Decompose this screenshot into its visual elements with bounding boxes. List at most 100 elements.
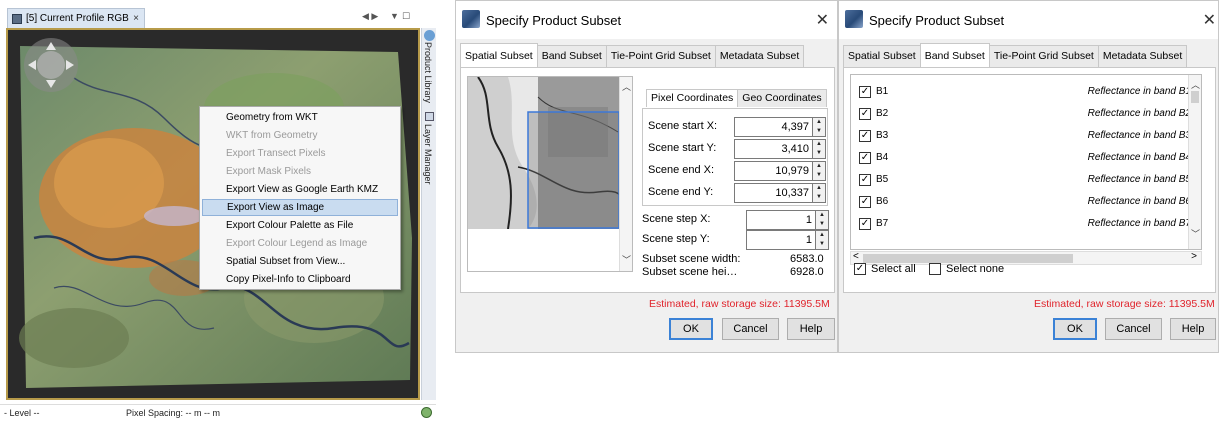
scrollbar-thumb[interactable] — [1191, 91, 1199, 103]
list-item[interactable]: ✓ B6 Reflectance in band B6 — [859, 193, 1199, 213]
menu-copy-pixel-info[interactable]: Copy Pixel-Info to Clipboard — [202, 271, 398, 288]
select-all-checkbox[interactable]: ✓ — [854, 263, 866, 275]
band-description: Reflectance in band B4 — [1087, 152, 1191, 163]
menu-export-colour-palette[interactable]: Export Colour Palette as File — [202, 217, 398, 234]
chevron-down-icon[interactable]: ﹀ — [622, 253, 631, 266]
tab-pixel-coordinates[interactable]: Pixel Coordinates — [646, 89, 739, 107]
scene-start-y-input[interactable]: 3,410 ▲ ▼ — [734, 139, 826, 159]
tab-product-library[interactable]: Product Library — [423, 42, 433, 103]
spinner-arrows-icon[interactable]: ▲ ▼ — [812, 162, 825, 180]
subset-height-value: 6928.0 — [790, 266, 824, 278]
scroll-tabs-icon[interactable]: ◀ ▶ — [362, 11, 378, 22]
scene-step-x-input[interactable]: 1 ▲ ▼ — [746, 210, 829, 230]
scene-start-y-row: Scene start Y: 3,410 ▲ ▼ — [648, 139, 826, 159]
list-item[interactable]: ✓ B7 Reflectance in band B7 — [859, 215, 1199, 235]
cancel-button[interactable]: Cancel — [722, 318, 779, 340]
ok-button[interactable]: OK — [1053, 318, 1097, 340]
chevron-up-icon[interactable]: ︿ — [622, 80, 631, 93]
scene-end-x-value: 10,979 — [775, 165, 809, 177]
tab-spatial-subset[interactable]: Spatial Subset — [843, 45, 921, 67]
thumbnail-image — [468, 77, 620, 229]
select-none-label[interactable]: Select none — [946, 263, 1004, 275]
spinner-arrows-icon[interactable]: ▲ ▼ — [812, 140, 825, 158]
scene-step-x-row: Scene step X: 1 ▲ ▼ — [642, 210, 832, 230]
spinner-arrows-icon[interactable]: ▲ ▼ — [815, 231, 828, 249]
subset-tabs: Spatial Subset Band Subset Tie-Point Gri… — [460, 43, 805, 67]
spinner-arrows-icon[interactable]: ▲ ▼ — [812, 118, 825, 136]
menu-wkt-from-geometry[interactable]: WKT from Geometry — [202, 127, 398, 144]
thumbnail-viewport[interactable]: ︿ ﹀ — [467, 76, 633, 272]
band-checkbox[interactable]: ✓ — [859, 218, 871, 230]
snap-app-icon — [462, 10, 480, 28]
thumbnail-scrollbar[interactable]: ︿ ﹀ — [619, 77, 632, 271]
scene-step-y-label: Scene step Y: — [642, 233, 710, 245]
scene-start-x-input[interactable]: 4,397 ▲ ▼ — [734, 117, 826, 137]
band-checkbox[interactable]: ✓ — [859, 174, 871, 186]
ok-button[interactable]: OK — [669, 318, 713, 340]
scene-start-x-value: 4,397 — [781, 121, 809, 133]
menu-export-kmz[interactable]: Export View as Google Earth KMZ — [202, 181, 398, 198]
chevron-right-icon[interactable]: > — [1191, 251, 1197, 262]
navigation-control-icon[interactable] — [22, 36, 80, 94]
cancel-button[interactable]: Cancel — [1105, 318, 1162, 340]
help-button[interactable]: Help — [1170, 318, 1216, 340]
scene-end-x-row: Scene end X: 10,979 ▲ ▼ — [648, 161, 826, 181]
subset-tabs: Spatial Subset Band Subset Tie-Point Gri… — [843, 43, 1188, 67]
band-checkbox[interactable]: ✓ — [859, 196, 871, 208]
menu-export-colour-legend[interactable]: Export Colour Legend as Image — [202, 235, 398, 252]
band-checkbox[interactable]: ✓ — [859, 130, 871, 142]
band-checkbox[interactable]: ✓ — [859, 86, 871, 98]
scene-end-x-input[interactable]: 10,979 ▲ ▼ — [734, 161, 826, 181]
menu-export-mask-pixels[interactable]: Export Mask Pixels — [202, 163, 398, 180]
tab-layer-manager[interactable]: Layer Manager — [423, 124, 433, 185]
chevron-up-icon[interactable]: ︿ — [1191, 78, 1200, 91]
tab-metadata-subset[interactable]: Metadata Subset — [714, 45, 805, 67]
tab-tie-point-grid-subset[interactable]: Tie-Point Grid Subset — [988, 45, 1099, 67]
tab-band-subset[interactable]: Band Subset — [919, 43, 990, 67]
tab-geo-coordinates[interactable]: Geo Coordinates — [737, 89, 827, 107]
band-checkbox[interactable]: ✓ — [859, 152, 871, 164]
band-list-scrollbar[interactable]: ︿ ﹀ — [1188, 75, 1201, 249]
tab-tie-point-grid-subset[interactable]: Tie-Point Grid Subset — [605, 45, 716, 67]
tab-spatial-subset[interactable]: Spatial Subset — [460, 43, 538, 67]
dialog-title-bar: Specify Product Subset ✕ — [839, 1, 1218, 39]
scene-end-y-row: Scene end Y: 10,337 ▲ ▼ — [648, 183, 826, 203]
tab-band-subset[interactable]: Band Subset — [536, 45, 607, 67]
chevron-down-icon[interactable]: ▼ — [390, 11, 399, 21]
list-item[interactable]: ✓ B4 Reflectance in band B4 — [859, 149, 1199, 169]
world-map-icon[interactable] — [421, 407, 432, 418]
globe-icon[interactable] — [424, 30, 435, 41]
spatial-subset-dialog: Specify Product Subset ✕ Spatial Subset … — [455, 0, 838, 353]
spinner-arrows-icon[interactable]: ▲ ▼ — [815, 211, 828, 229]
view-tab[interactable]: [5] Current Profile RGB × — [7, 8, 145, 28]
band-description: Reflectance in band B1 — [1087, 86, 1191, 97]
select-all-label[interactable]: Select all — [871, 263, 916, 275]
selection-controls: ✓ Select all Select none — [854, 261, 1154, 279]
menu-export-view-as-image[interactable]: Export View as Image — [202, 199, 398, 216]
list-item[interactable]: ✓ B5 Reflectance in band B5 — [859, 171, 1199, 191]
band-description: Reflectance in band B7 — [1087, 218, 1191, 229]
side-tool-strip: Product Library Layer Manager — [421, 28, 436, 400]
close-icon[interactable]: ✕ — [816, 10, 829, 30]
scene-step-y-input[interactable]: 1 ▲ ▼ — [746, 230, 829, 250]
band-checkbox[interactable]: ✓ — [859, 108, 871, 120]
help-button[interactable]: Help — [787, 318, 835, 340]
snap-app-icon — [845, 10, 863, 28]
maximize-icon[interactable]: ☐ — [402, 11, 410, 22]
scene-end-y-input[interactable]: 10,337 ▲ ▼ — [734, 183, 826, 203]
band-name: B7 — [876, 218, 889, 229]
chevron-down-icon[interactable]: ﹀ — [1191, 227, 1200, 240]
layers-icon[interactable] — [425, 112, 434, 121]
tab-metadata-subset[interactable]: Metadata Subset — [1097, 45, 1188, 67]
list-item[interactable]: ✓ B2 Reflectance in band B2 — [859, 105, 1199, 125]
band-name: B4 — [876, 152, 889, 163]
list-item[interactable]: ✓ B1 Reflectance in band B1 — [859, 83, 1199, 103]
close-icon[interactable]: ✕ — [1203, 10, 1216, 30]
menu-export-transect-pixels[interactable]: Export Transect Pixels — [202, 145, 398, 162]
menu-geometry-from-wkt[interactable]: Geometry from WKT — [202, 109, 398, 126]
list-item[interactable]: ✓ B3 Reflectance in band B3 — [859, 127, 1199, 147]
select-none-checkbox[interactable] — [929, 263, 941, 275]
close-icon[interactable]: × — [133, 13, 139, 24]
menu-spatial-subset-from-view[interactable]: Spatial Subset from View... — [202, 253, 398, 270]
spinner-arrows-icon[interactable]: ▲ ▼ — [812, 184, 825, 202]
